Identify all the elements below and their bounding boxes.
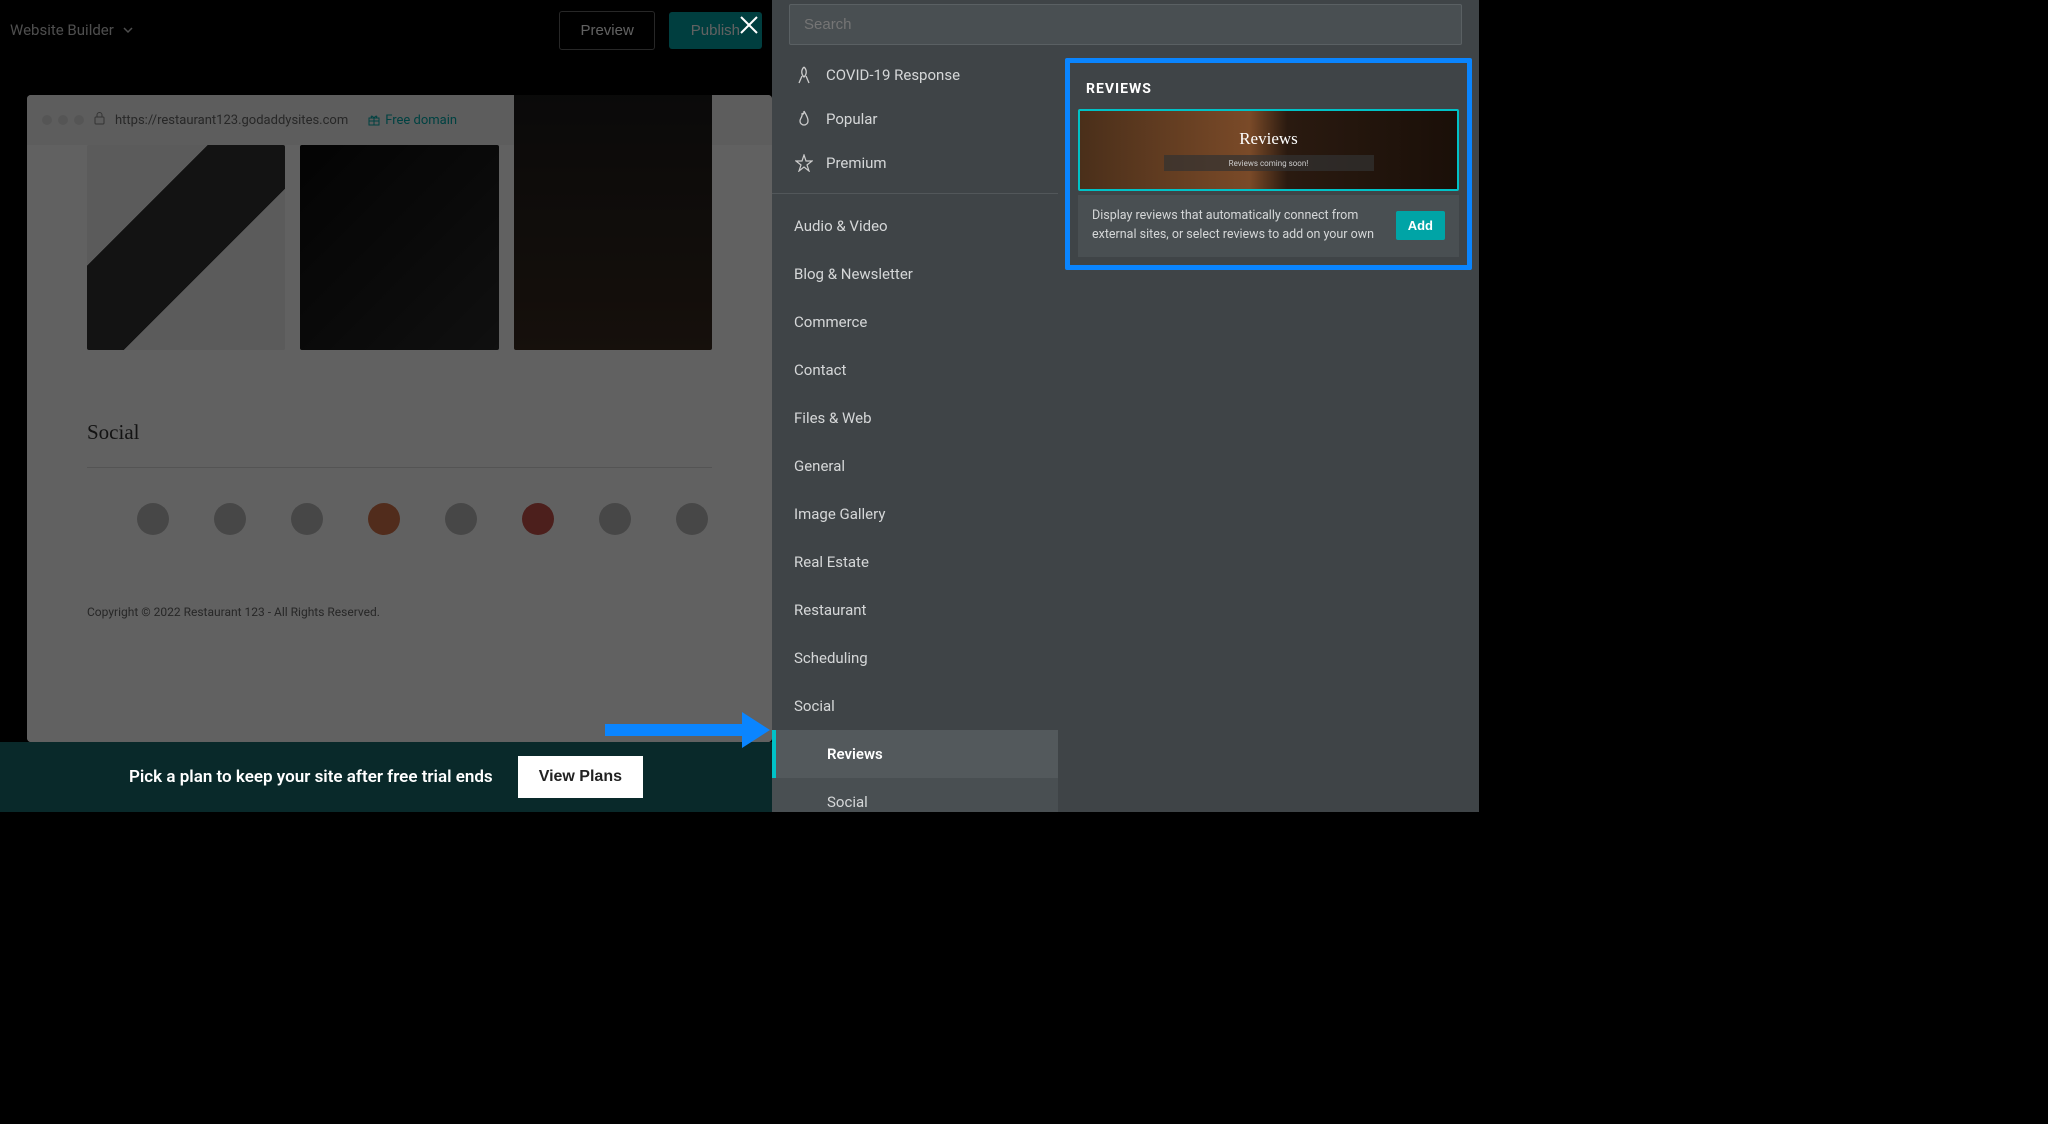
instagram-icon[interactable] bbox=[368, 503, 400, 535]
social-sublist: Reviews Social bbox=[772, 730, 1058, 812]
add-section-panel: COVID-19 Response Popular Premium Audio … bbox=[772, 0, 1479, 812]
detail-description: Display reviews that automatically conne… bbox=[1092, 207, 1386, 245]
site-switcher[interactable]: Website Builder bbox=[10, 21, 134, 39]
category-scheduling[interactable]: Scheduling bbox=[772, 634, 1058, 682]
preview-footer: Copyright © 2022 Restaurant 123 - All Ri… bbox=[27, 555, 772, 629]
category-restaurant[interactable]: Restaurant bbox=[772, 586, 1058, 634]
detail-column: REVIEWS Reviews Reviews coming soon! Dis… bbox=[1058, 53, 1479, 812]
category-real-estate[interactable]: Real Estate bbox=[772, 538, 1058, 586]
preview-url: https://restaurant123.godaddysites.com bbox=[115, 113, 348, 128]
gallery-image bbox=[87, 145, 285, 350]
category-column[interactable]: COVID-19 Response Popular Premium Audio … bbox=[772, 53, 1058, 812]
site-title: Website Builder bbox=[10, 21, 114, 39]
divider bbox=[87, 467, 712, 468]
tiktok-icon[interactable] bbox=[599, 503, 631, 535]
top-header: Website Builder Preview Publish bbox=[0, 0, 772, 60]
facebook-icon[interactable] bbox=[214, 503, 246, 535]
social-icons bbox=[87, 503, 712, 535]
trial-bar: Pick a plan to keep your site after free… bbox=[0, 742, 772, 812]
site-preview: https://restaurant123.godaddysites.com F… bbox=[27, 95, 772, 742]
twitch-icon[interactable] bbox=[676, 503, 708, 535]
chevron-down-icon bbox=[122, 24, 134, 36]
gallery-image bbox=[514, 95, 712, 350]
flame-icon bbox=[794, 110, 814, 128]
trial-text: Pick a plan to keep your site after free… bbox=[129, 767, 493, 787]
highlight-box: REVIEWS Reviews Reviews coming soon! Dis… bbox=[1065, 58, 1472, 270]
star-icon bbox=[794, 154, 814, 172]
divider bbox=[772, 193, 1058, 194]
pinterest-icon[interactable] bbox=[522, 503, 554, 535]
add-button[interactable]: Add bbox=[1396, 211, 1445, 240]
detail-description-row: Display reviews that automatically conne… bbox=[1078, 195, 1459, 257]
category-contact[interactable]: Contact bbox=[772, 346, 1058, 394]
houzz-icon[interactable] bbox=[291, 503, 323, 535]
category-blog-newsletter[interactable]: Blog & Newsletter bbox=[772, 250, 1058, 298]
sub-reviews[interactable]: Reviews bbox=[772, 730, 1058, 778]
gallery-image bbox=[300, 145, 498, 350]
ribbon-icon bbox=[794, 66, 814, 84]
category-covid[interactable]: COVID-19 Response bbox=[772, 53, 1058, 97]
search-input[interactable] bbox=[789, 4, 1462, 45]
category-commerce[interactable]: Commerce bbox=[772, 298, 1058, 346]
linkedin-icon[interactable] bbox=[445, 503, 477, 535]
gift-icon bbox=[368, 114, 380, 126]
category-files-web[interactable]: Files & Web bbox=[772, 394, 1058, 442]
sub-social[interactable]: Social bbox=[772, 778, 1058, 812]
card-subtitle: Reviews coming soon! bbox=[1164, 155, 1374, 171]
category-premium[interactable]: Premium bbox=[772, 141, 1058, 185]
discord-icon[interactable] bbox=[137, 503, 169, 535]
preview-body: Social Copyright © 2022 Restaurant 123 -… bbox=[27, 145, 772, 742]
social-heading: Social bbox=[87, 420, 712, 445]
annotation-arrow bbox=[605, 712, 770, 748]
category-image-gallery[interactable]: Image Gallery bbox=[772, 490, 1058, 538]
view-plans-button[interactable]: View Plans bbox=[518, 756, 643, 798]
category-social[interactable]: Social bbox=[772, 682, 1058, 730]
window-dots bbox=[42, 115, 84, 125]
category-popular[interactable]: Popular bbox=[772, 97, 1058, 141]
detail-heading: REVIEWS bbox=[1078, 71, 1459, 109]
category-general[interactable]: General bbox=[772, 442, 1058, 490]
lock-icon bbox=[94, 112, 105, 128]
free-domain-link[interactable]: Free domain bbox=[368, 113, 457, 128]
category-audio-video[interactable]: Audio & Video bbox=[772, 202, 1058, 250]
section-preview-card[interactable]: Reviews Reviews coming soon! bbox=[1078, 109, 1459, 191]
close-icon[interactable] bbox=[738, 14, 760, 36]
card-title: Reviews bbox=[1239, 129, 1298, 149]
preview-button[interactable]: Preview bbox=[559, 11, 654, 50]
